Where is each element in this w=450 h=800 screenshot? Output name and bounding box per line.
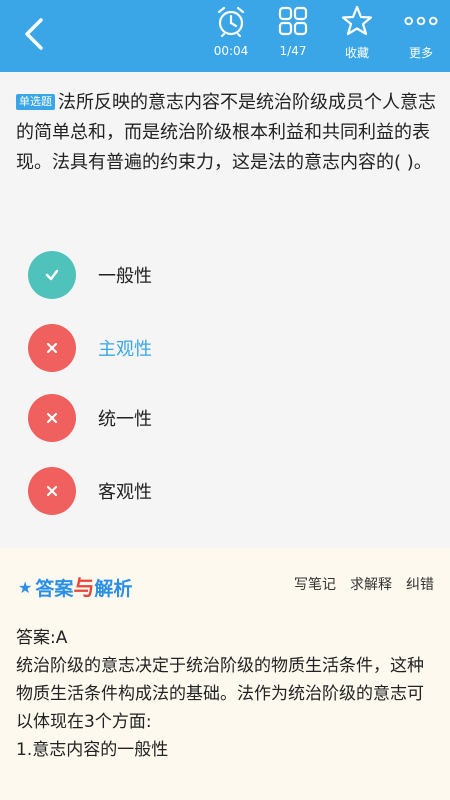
option-b-label: 主观性	[98, 339, 152, 360]
analysis-point-1: 1.意志内容的一般性	[16, 740, 169, 760]
analysis-title-prefix: 答案	[35, 577, 74, 600]
option-a[interactable]: 一般性	[28, 249, 418, 301]
favorite-button[interactable]: 收藏	[332, 4, 382, 68]
progress-label: 1/47	[279, 44, 307, 58]
analysis-title-mid: 与	[73, 576, 95, 600]
option-d-label: 客观性	[98, 482, 152, 503]
write-note-button[interactable]: 写笔记	[294, 574, 336, 594]
option-c-label: 统一性	[98, 409, 152, 430]
option-d-status	[28, 467, 76, 515]
report-error-button[interactable]: 纠错	[406, 574, 434, 594]
analysis-title-suffix: 解析	[94, 577, 133, 600]
more-label: 更多	[408, 46, 433, 60]
question-type-badge: 单选题	[16, 94, 55, 110]
option-d[interactable]: 客观性	[28, 465, 418, 517]
check-icon	[45, 269, 59, 281]
question-text-block: 单选题 法所反映的意志内容不是统治阶级成员个人意志的简单总和，而是统治阶级根本利益…	[16, 88, 436, 178]
option-a-status	[28, 251, 76, 299]
analysis-paragraph: 统治阶级的意志决定于统治阶级的物质生活条件，这种物质生活条件构成法的基础。法作为…	[16, 656, 424, 732]
option-b[interactable]: 主观性	[28, 322, 418, 374]
ask-explain-button[interactable]: 求解释	[350, 574, 392, 594]
answer-analysis-panel: ★ 答案 与 解析 写笔记 求解释 纠错 答案:A 统治阶级的意志决定于统治阶级…	[0, 548, 450, 800]
more-button[interactable]: 更多	[396, 4, 446, 68]
favorite-label: 收藏	[344, 46, 369, 60]
star-icon: ★	[18, 577, 33, 597]
timer-label: 00:04	[213, 44, 249, 58]
analysis-title: ★ 答案 与 解析	[18, 572, 132, 602]
progress-button[interactable]: 1/47	[268, 4, 318, 68]
top-bar: 00:04 1/47 收藏 更多	[0, 0, 450, 72]
timer-button[interactable]: 00:04	[206, 4, 256, 68]
option-a-label: 一般性	[98, 266, 152, 287]
question-area: 单选题 法所反映的意志内容不是统治阶级成员个人意志的简单总和，而是统治阶级根本利益…	[0, 72, 450, 548]
option-c[interactable]: 统一性	[28, 392, 418, 444]
cross-icon	[46, 412, 58, 424]
alarm-clock-icon	[217, 6, 245, 37]
back-arrow-icon	[25, 18, 43, 50]
cross-icon	[46, 342, 58, 354]
analysis-actions: 写笔记 求解释 纠错	[280, 574, 434, 594]
more-dots-icon	[404, 16, 438, 26]
star-icon	[341, 5, 373, 36]
option-c-status	[28, 394, 76, 442]
analysis-body: 答案:A 统治阶级的意志决定于统治阶级的物质生活条件，这种物质生活条件构成法的基…	[16, 624, 436, 764]
question-text: 法所反映的意志内容不是统治阶级成员个人意志的简单总和，而是统治阶级根本利益和共同…	[16, 92, 436, 173]
cross-icon	[46, 485, 58, 497]
back-button[interactable]	[14, 14, 54, 54]
grid-icon	[278, 6, 308, 36]
option-b-status	[28, 324, 76, 372]
answer-line: 答案:A	[16, 628, 68, 648]
